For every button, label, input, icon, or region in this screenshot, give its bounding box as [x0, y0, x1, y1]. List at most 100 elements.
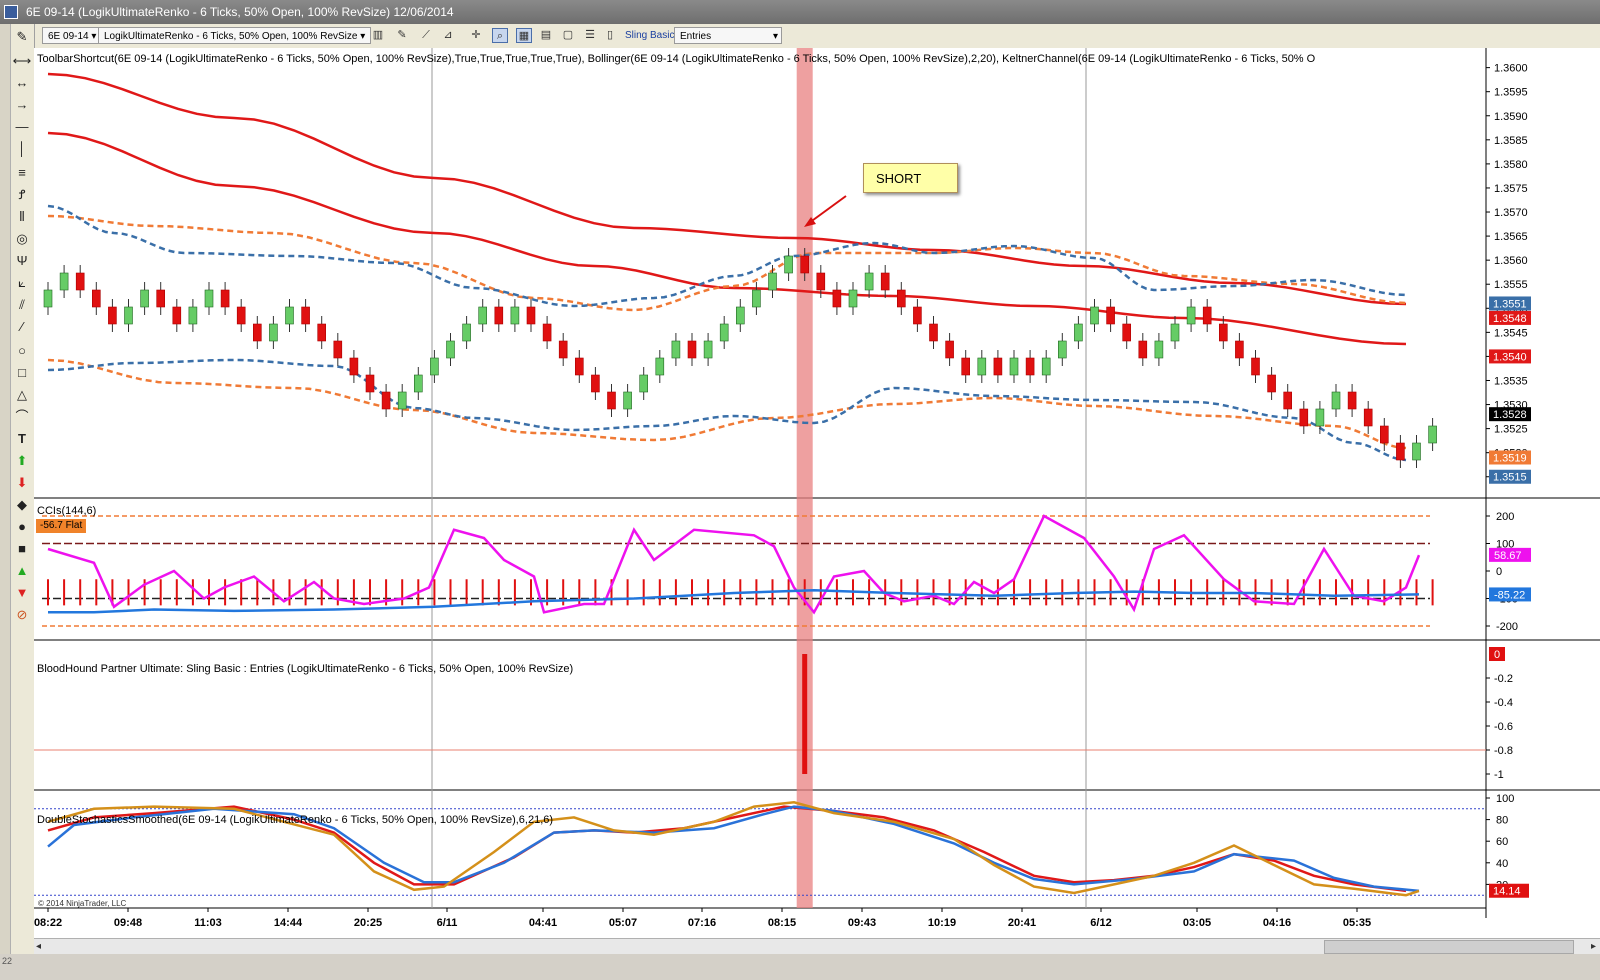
renko-candle — [285, 306, 294, 325]
renko-candle — [1267, 374, 1276, 393]
x-axis-label: 05:07 — [609, 917, 637, 929]
extended-line-icon[interactable]: ↔ — [12, 74, 32, 92]
data-box-icon[interactable]: ▦ — [516, 28, 532, 43]
pencil-icon[interactable]: ✎ — [12, 28, 32, 46]
remove-drawings-icon[interactable]: ⊘ — [12, 606, 32, 624]
price-tag-label: 1.3540 — [1493, 351, 1527, 363]
renko-candle — [1235, 340, 1244, 359]
fibonacci-icon[interactable]: Ꝭ — [12, 186, 32, 204]
renko-candle — [1025, 357, 1035, 376]
template-icon[interactable]: ▯ — [602, 28, 618, 43]
price-tag: 1.3548 — [1489, 310, 1531, 325]
sling-tick-label: -1 — [1494, 769, 1504, 781]
renko-candle — [1122, 323, 1131, 342]
pitchfork-icon[interactable]: Ψ — [12, 252, 32, 270]
horizontal-line-icon[interactable]: — — [12, 118, 32, 136]
x-axis-label: 04:16 — [1263, 917, 1291, 929]
renko-candle — [1363, 408, 1373, 427]
text-icon[interactable]: T — [12, 430, 32, 448]
diamond-icon[interactable]: ◆ — [12, 496, 32, 514]
renko-candle — [607, 391, 616, 410]
indicators-icon[interactable]: ▤ — [538, 28, 554, 43]
price-tick-label: 1.3545 — [1494, 327, 1528, 339]
properties-icon[interactable]: ☰ — [582, 28, 598, 43]
arc-icon[interactable]: ⌒ — [12, 408, 32, 426]
ray-icon[interactable]: ⟷ — [12, 52, 32, 70]
callout-arrow-line — [808, 195, 847, 224]
renko-candle — [1331, 391, 1341, 410]
renko-candle — [977, 357, 987, 376]
renko-candle — [1154, 340, 1164, 359]
fib-circle-icon[interactable]: ◎ — [12, 230, 32, 248]
keltner-outer-lower — [47, 358, 1407, 450]
x-axis-label: 03:05 — [1183, 917, 1211, 929]
strategy-label[interactable]: Sling Basic — [620, 27, 679, 44]
scrollbar-thumb[interactable] — [1324, 940, 1574, 954]
triangle-up-icon[interactable]: ▲ — [12, 562, 32, 580]
title-bar: 6E 09-14 (LogikUltimateRenko - 6 Ticks, … — [0, 0, 1600, 24]
bars-icon[interactable]: ▥ — [370, 28, 386, 43]
draw-line-icon[interactable]: ⟋ — [418, 28, 434, 43]
scroll-left-icon[interactable]: ◂ — [36, 939, 41, 955]
rectangle-icon[interactable]: □ — [12, 364, 32, 382]
chart-canvas[interactable]: 1.3600 1.3595 1.3590 1.3585 1.3580 1.3575 1.35… — [34, 48, 1600, 938]
arrow-up-icon[interactable]: ⬆ — [12, 452, 32, 470]
renko-candle — [1186, 306, 1196, 325]
renko-candle — [1041, 357, 1051, 376]
x-axis-label: 08:15 — [768, 917, 796, 929]
renko-candle — [1380, 425, 1389, 444]
renko-candle — [365, 374, 375, 393]
renko-candle — [896, 289, 906, 308]
renko-candle — [1138, 340, 1148, 359]
sling-tick-label: -0.4 — [1494, 697, 1513, 709]
price-tick-label: 1.3585 — [1494, 135, 1528, 147]
chart-area[interactable]: 1.3600 1.3595 1.3590 1.3585 1.3580 1.3575 1.35… — [34, 48, 1600, 938]
mode-dropdown[interactable]: Entries ▾ — [674, 27, 782, 44]
price-tag-label: 1.3515 — [1493, 472, 1527, 484]
arrow-line-icon[interactable]: → — [12, 96, 32, 114]
channel-icon[interactable]: ≡ — [12, 164, 32, 182]
app-icon — [4, 5, 18, 19]
zoom-icon[interactable]: ⌕ — [492, 28, 508, 43]
renko-candle — [945, 340, 954, 359]
stoch-tick-label: 80 — [1496, 815, 1508, 827]
dot-icon[interactable]: ● — [12, 518, 32, 536]
short-annotation[interactable]: SHORT — [863, 163, 958, 193]
square-icon[interactable]: ■ — [12, 540, 32, 558]
renko-candle — [1396, 442, 1405, 461]
renko-candle — [43, 289, 53, 308]
vertical-line-icon[interactable]: │ — [12, 140, 32, 158]
renko-candle — [848, 289, 858, 308]
cci-tag-label: -85.22 — [1494, 589, 1525, 601]
gann-fan-icon[interactable]: ⟀ — [12, 274, 32, 292]
stoch-tick-label: 100 — [1496, 793, 1514, 805]
ruler-icon[interactable]: ⊿ — [440, 28, 456, 43]
price-tick-label: 1.3525 — [1494, 424, 1528, 436]
renko-candle — [655, 357, 665, 376]
trend-channel-icon[interactable]: ⁄ — [12, 318, 32, 336]
scroll-right-icon[interactable]: ▸ — [1591, 939, 1596, 955]
bar-type-dropdown[interactable]: LogikUltimateRenko - 6 Ticks, 50% Open, … — [98, 27, 372, 44]
renko-candle — [172, 306, 182, 325]
arrow-down-icon[interactable]: ⬇ — [12, 474, 32, 492]
sling-tag-label: 0 — [1494, 649, 1500, 661]
renko-candle — [542, 323, 552, 342]
triangle-icon[interactable]: △ — [12, 386, 32, 404]
crosshair-icon[interactable]: ✛ — [468, 28, 484, 43]
regression-icon[interactable]: ⫽ — [12, 296, 32, 314]
renko-candle — [1315, 408, 1325, 427]
ellipse-icon[interactable]: ○ — [12, 342, 32, 360]
fib-time-icon[interactable]: ⦀ — [12, 208, 32, 226]
price-tag-label: 1.3548 — [1493, 313, 1527, 325]
drawing-tools-sidebar: ✎ ⟷ ↔ → — │ ≡ Ꝭ ⦀ ◎ Ψ ⟀ ⫽ ⁄ ○ □ △ ⌒ T ⬆ … — [0, 24, 35, 954]
copyright-text: © 2014 NinjaTrader, LLC — [38, 899, 127, 908]
strategies-icon[interactable]: ▢ — [560, 28, 576, 43]
triangle-down-icon[interactable]: ▼ — [12, 584, 32, 602]
renko-candle — [236, 306, 246, 325]
renko-candle — [220, 289, 230, 308]
pencil-icon[interactable]: ✎ — [394, 28, 410, 43]
horizontal-scrollbar[interactable]: ◂ ▸ — [34, 938, 1600, 955]
instrument-dropdown[interactable]: 6E 09-14 ▾ — [42, 27, 103, 44]
chart-toolbar: 6E 09-14 ▾ LogikUltimateRenko - 6 Ticks,… — [22, 24, 1600, 49]
price-tag: 1.3528 — [1489, 407, 1531, 422]
